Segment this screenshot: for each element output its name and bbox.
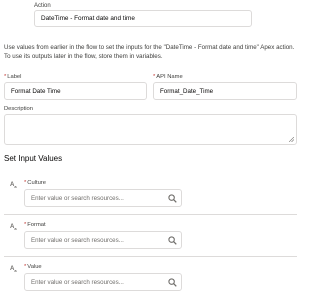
format-label: *Format	[24, 222, 46, 228]
required-marker: *	[24, 180, 27, 186]
text-type-icon: Aa	[10, 266, 17, 274]
value-label-text: Value	[27, 264, 42, 270]
culture-placeholder: Enter value or search resources...	[31, 195, 124, 202]
divider	[4, 256, 297, 257]
search-icon[interactable]	[168, 236, 177, 245]
format-label-text: Format	[27, 222, 46, 228]
action-label: Action	[34, 3, 51, 9]
text-type-icon: Aa	[10, 182, 17, 190]
search-icon[interactable]	[168, 278, 177, 287]
format-placeholder: Enter value or search resources...	[31, 237, 124, 244]
culture-input[interactable]: Enter value or search resources...	[24, 189, 182, 207]
value-label: *Value	[24, 264, 42, 270]
culture-label-text: Culture	[27, 180, 46, 186]
required-marker: *	[24, 264, 27, 270]
required-marker: *	[24, 222, 27, 228]
text-type-icon: Aa	[10, 224, 17, 232]
description-textarea[interactable]	[4, 114, 297, 145]
resize-grip-icon[interactable]	[289, 137, 294, 142]
api-name-input-value: Format_Date_Time	[160, 88, 214, 95]
value-placeholder: Enter value or search resources...	[31, 279, 124, 286]
api-name-field-text: API Name	[156, 74, 183, 80]
action-field[interactable]: DateTime - Format date and time	[34, 10, 252, 27]
action-value: DateTime - Format date and time	[41, 15, 135, 22]
api-name-input[interactable]: Format_Date_Time	[153, 82, 297, 100]
instructions-text: Use values from earlier in the flow to s…	[4, 44, 295, 60]
culture-label: *Culture	[24, 180, 46, 186]
required-marker: *	[153, 74, 156, 80]
divider	[4, 214, 297, 215]
label-field-label: *Label	[4, 74, 21, 80]
value-input[interactable]: Enter value or search resources...	[24, 273, 182, 291]
description-field-label: Description	[4, 106, 33, 112]
label-field-text: Label	[7, 74, 22, 80]
label-input[interactable]: Format Date Time	[4, 82, 147, 100]
required-marker: *	[4, 74, 7, 80]
section-title: Set Input Values	[4, 154, 63, 163]
api-name-field-label: *API Name	[153, 74, 183, 80]
label-input-value: Format Date Time	[11, 88, 61, 95]
search-icon[interactable]	[168, 194, 177, 203]
format-input[interactable]: Enter value or search resources...	[24, 231, 182, 249]
